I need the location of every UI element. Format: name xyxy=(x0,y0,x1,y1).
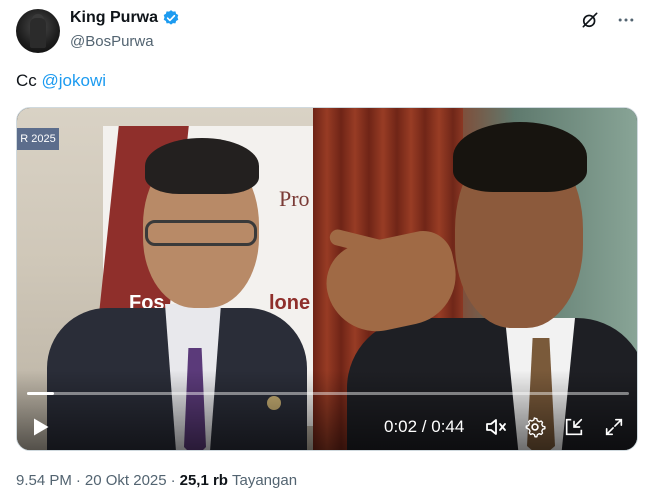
author-name-row: King Purwa xyxy=(70,9,180,27)
tweet-card: King Purwa @BosPurwa Cc @jokowi R 2025 P… xyxy=(0,0,655,504)
tweet-header-actions xyxy=(579,9,637,31)
avatar[interactable] xyxy=(16,9,60,53)
play-icon[interactable] xyxy=(29,414,53,440)
tweet-date[interactable]: 20 Okt 2025 xyxy=(85,472,167,489)
meta-separator-dot-2: · xyxy=(170,472,176,489)
grok-icon[interactable] xyxy=(579,9,601,31)
person-right-hair xyxy=(453,122,587,192)
backdrop-year-badge: R 2025 xyxy=(17,128,59,150)
tweet-meta: 9.54 PM · 20 Okt 2025 · 25,1 rb Tayangan xyxy=(16,472,297,489)
person-left-glasses xyxy=(145,220,257,246)
views-label: Tayangan xyxy=(231,472,298,489)
backdrop-text-lone: lone xyxy=(269,292,311,314)
tweet-text-prefix: Cc xyxy=(16,71,42,90)
verified-badge-icon xyxy=(162,9,180,27)
video-progress-bar[interactable] xyxy=(27,392,629,395)
person-left-hair xyxy=(145,138,259,194)
views-count: 25,1 rb xyxy=(179,472,228,489)
author-handle[interactable]: @BosPurwa xyxy=(70,33,154,50)
mute-icon[interactable] xyxy=(483,414,509,440)
more-icon[interactable] xyxy=(615,9,637,31)
video-player[interactable]: R 2025 Pro Fos lone 0:02 / 0:44 xyxy=(16,107,638,451)
backdrop-text-pro: Pro xyxy=(279,186,310,211)
video-progress-fill xyxy=(27,392,55,395)
settings-icon[interactable] xyxy=(522,414,548,440)
fullscreen-icon[interactable] xyxy=(601,414,627,440)
mention-link[interactable]: @jokowi xyxy=(42,71,107,90)
author-display-name[interactable]: King Purwa xyxy=(70,9,158,27)
tweet-time[interactable]: 9.54 PM xyxy=(16,472,72,489)
picture-in-picture-icon[interactable] xyxy=(561,414,587,440)
video-time-display: 0:02 / 0:44 xyxy=(384,417,465,436)
tweet-text: Cc @jokowi xyxy=(16,71,106,91)
meta-separator-dot: · xyxy=(75,472,81,489)
avatar-figure-body xyxy=(30,18,46,48)
